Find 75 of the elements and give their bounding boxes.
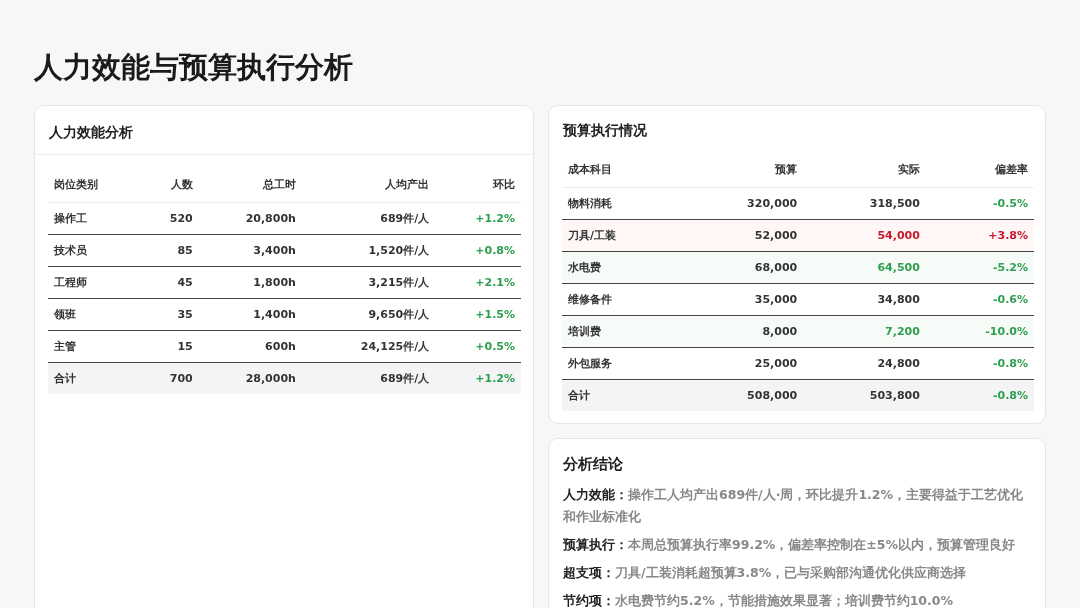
- table-cell: 600h: [198, 330, 302, 363]
- table-cell: 689件/人: [301, 202, 436, 235]
- table-cell: 1,400h: [198, 298, 302, 331]
- column-header: 实际: [803, 151, 926, 188]
- table-cell: +1.2%: [435, 202, 521, 235]
- table-cell: 689件/人: [301, 362, 436, 394]
- table-cell: 主管: [48, 330, 141, 363]
- card-title: 人力效能分析: [49, 123, 133, 140]
- table-cell: -0.8%: [925, 379, 1034, 411]
- table-cell: 维修备件: [562, 283, 681, 316]
- table-cell: -0.8%: [925, 347, 1034, 380]
- column-header: 总工时: [198, 166, 302, 203]
- table-cell: 68,000: [680, 251, 804, 284]
- column-header: 环比: [435, 166, 521, 203]
- card-title: 预算执行情况: [561, 120, 648, 140]
- table-cell: 508,000: [680, 379, 804, 411]
- table-cell: 320,000: [680, 187, 804, 220]
- column-header: 偏差率: [925, 151, 1034, 188]
- table-cell: +0.5%: [435, 330, 521, 363]
- table-cell: 3,400h: [198, 234, 302, 267]
- table-cell: 318,500: [803, 187, 926, 220]
- table-cell: 54,000: [803, 219, 926, 252]
- table-cell: -0.5%: [925, 187, 1034, 220]
- column-header: 人数: [140, 166, 199, 203]
- table-cell: 24,800: [803, 347, 926, 380]
- table-cell: 35,000: [680, 283, 804, 316]
- conclusion-text: 超支项：刀具/工装消耗超预算3.8%，已与采购部沟通优化供应商选择: [563, 563, 968, 582]
- table-cell: 领班: [48, 298, 141, 331]
- table-cell: 20,800h: [198, 202, 302, 235]
- column-header: 岗位类别: [48, 166, 141, 203]
- conclusion-text: 节约项：水电费节约5.2%，节能措施效果显著；培训费节约10.0%: [563, 591, 955, 608]
- table-cell: 700: [140, 362, 199, 394]
- table-cell: 503,800: [803, 379, 926, 411]
- page-title: 人力效能与预算执行分析: [34, 50, 354, 85]
- table-cell: +1.2%: [435, 362, 521, 394]
- table-cell: 28,000h: [198, 362, 302, 394]
- table-cell: 合计: [562, 379, 681, 411]
- table-cell: 刀具/工装: [562, 219, 681, 252]
- table-cell: 培训费: [562, 315, 681, 348]
- table-cell: 7,200: [803, 315, 926, 348]
- table-cell: 520: [140, 202, 199, 235]
- card-title: 分析结论: [563, 454, 624, 474]
- table-cell: 技术员: [48, 234, 141, 267]
- table-cell: 9,650件/人: [301, 298, 436, 331]
- table-cell: 15: [140, 330, 199, 363]
- table-cell: -10.0%: [925, 315, 1034, 348]
- conclusion-text: 预算执行：本周总预算执行率99.2%，偏差率控制在±5%以内，预算管理良好: [563, 535, 1017, 554]
- table-cell: +2.1%: [435, 266, 521, 299]
- table-cell: 45: [140, 266, 199, 299]
- table-cell: 52,000: [680, 219, 804, 252]
- column-header: 预算: [680, 151, 804, 188]
- table-cell: 水电费: [562, 251, 681, 284]
- table-cell: 外包服务: [562, 347, 681, 380]
- table-cell: 3,215件/人: [301, 266, 436, 299]
- column-header: 成本科目: [562, 151, 681, 188]
- table-cell: 物料消耗: [562, 187, 681, 220]
- table-cell: 工程师: [48, 266, 141, 299]
- table-cell: +0.8%: [435, 234, 521, 267]
- table-cell: 35: [140, 298, 199, 331]
- conclusion-text: 人力效能：操作工人均产出689件/人·周，环比提升1.2%，主要得益于工艺优化和作业标准化: [563, 485, 1025, 526]
- column-header: 人均产出: [301, 166, 436, 203]
- table-cell: 34,800: [803, 283, 926, 316]
- table-cell: -5.2%: [925, 251, 1034, 284]
- table-cell: +3.8%: [925, 219, 1034, 252]
- table-cell: 1,520件/人: [301, 234, 436, 267]
- table-cell: 1,800h: [198, 266, 302, 299]
- table-cell: 64,500: [803, 251, 926, 284]
- table-cell: 操作工: [48, 202, 141, 235]
- table-cell: -0.6%: [925, 283, 1034, 316]
- table-cell: 25,000: [680, 347, 804, 380]
- table-cell: 8,000: [680, 315, 804, 348]
- table-cell: +1.5%: [435, 298, 521, 331]
- table-cell: 85: [140, 234, 199, 267]
- table-cell: 合计: [48, 362, 141, 394]
- table-cell: 24,125件/人: [301, 330, 436, 363]
